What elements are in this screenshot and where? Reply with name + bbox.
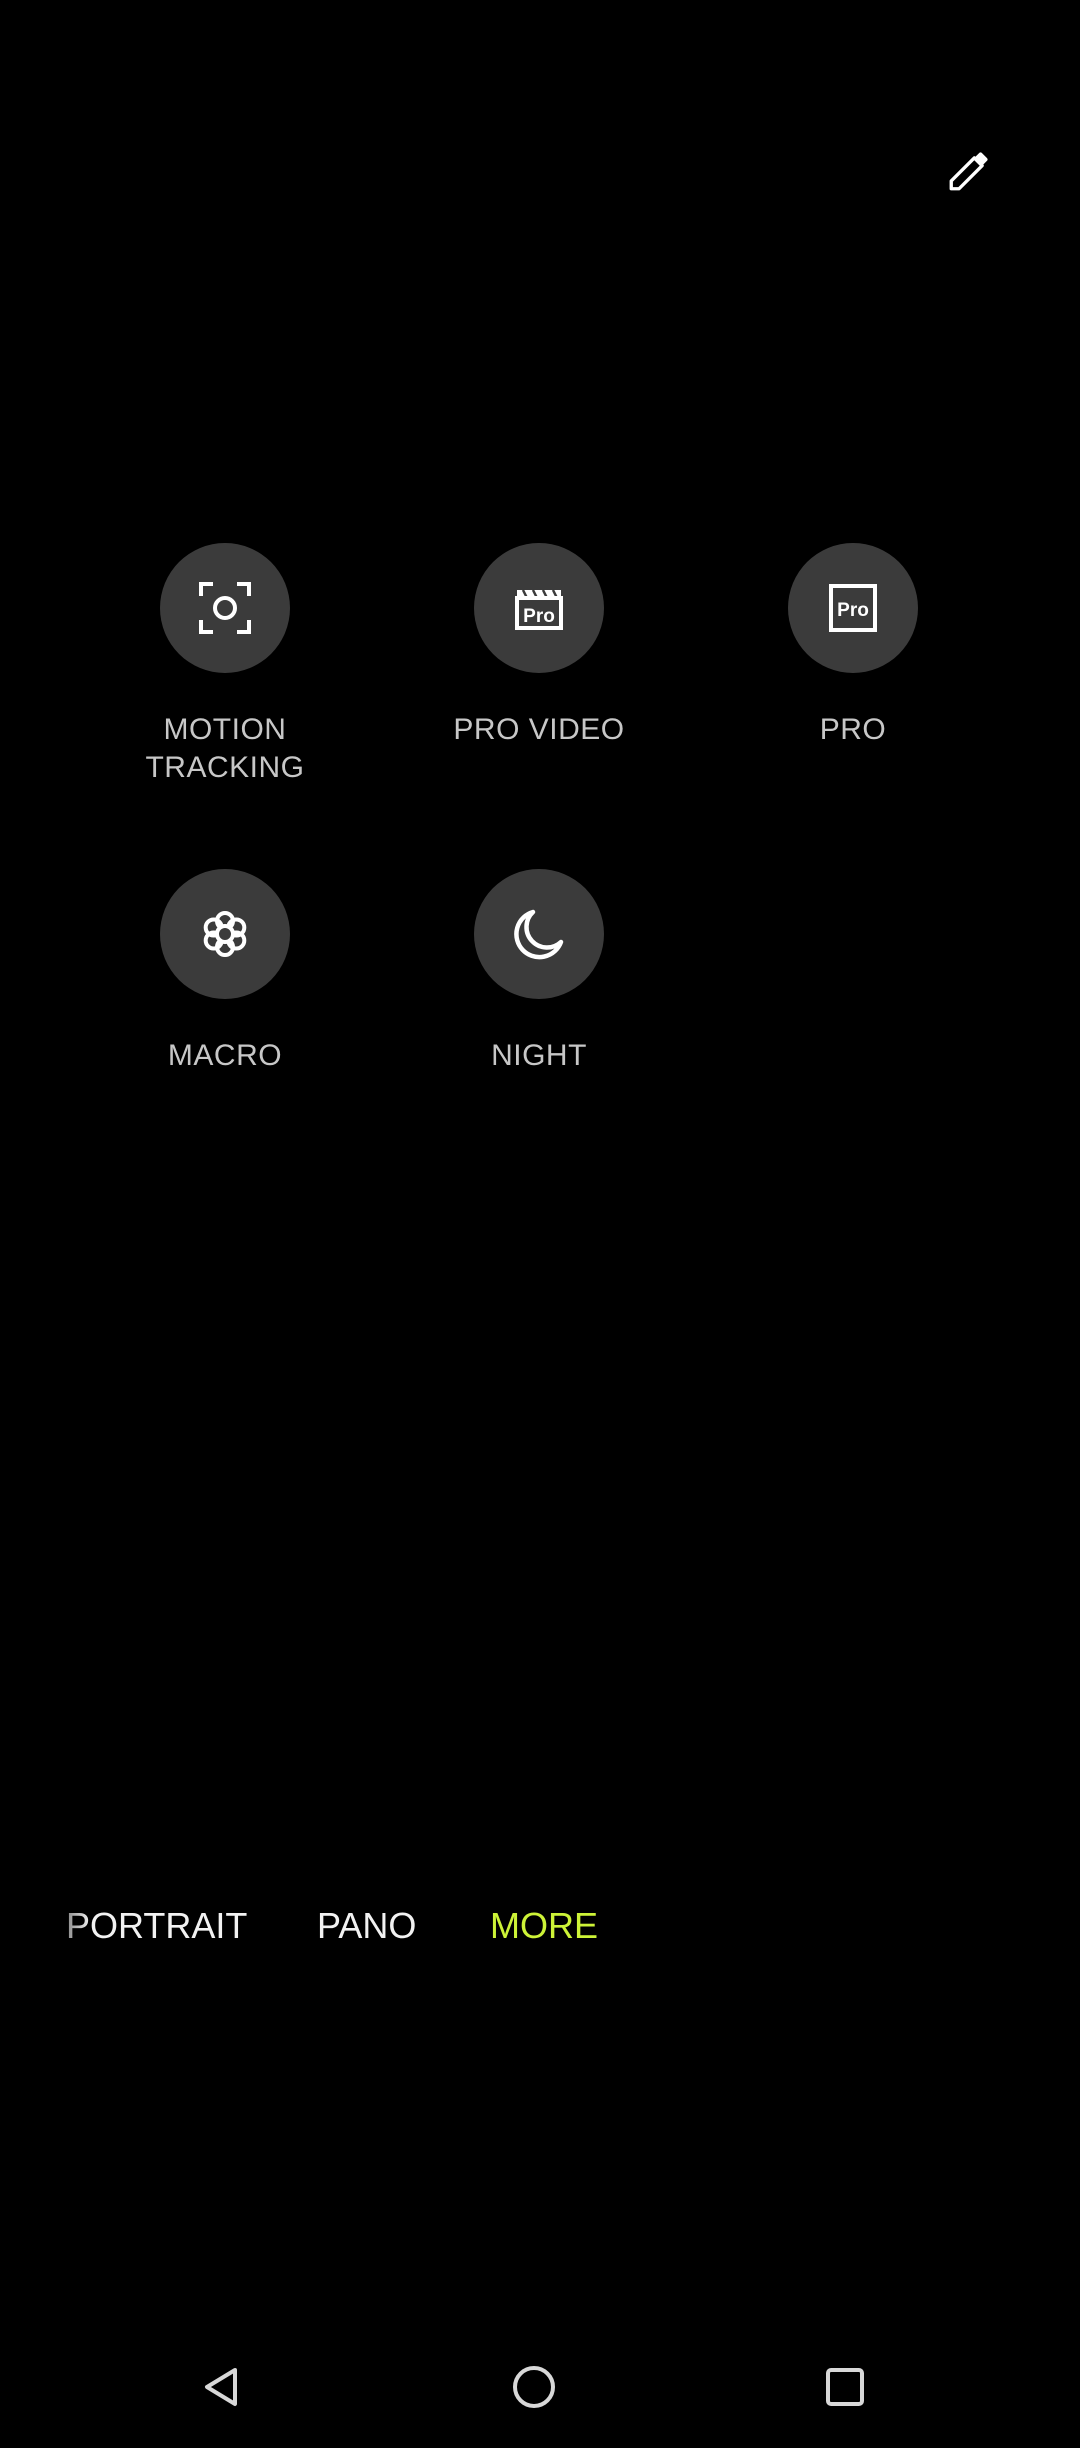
- mode-motion-tracking[interactable]: MOTION TRACKING: [75, 543, 375, 787]
- mode-strip-more[interactable]: MORE: [490, 1900, 598, 1952]
- mode-pro[interactable]: Pro PRO: [703, 543, 1003, 749]
- mode-label: MOTION TRACKING: [145, 713, 305, 784]
- motion-tracking-icon: [199, 582, 251, 634]
- pencil-icon: [949, 152, 988, 191]
- mode-label: MACRO: [167, 1039, 283, 1072]
- mode-label: PRO: [819, 713, 887, 746]
- nav-back-button[interactable]: [187, 2352, 257, 2422]
- svg-text:Pro: Pro: [523, 606, 555, 627]
- mode-label: PRO VIDEO: [453, 713, 625, 746]
- mode-pro-video-button[interactable]: Pro: [474, 543, 604, 673]
- mode-pro-button[interactable]: Pro: [788, 543, 918, 673]
- mode-night-button[interactable]: [474, 869, 604, 999]
- home-circle-icon: [513, 2366, 555, 2408]
- recents-square-icon: [826, 2368, 864, 2406]
- camera-mode-strip[interactable]: PORTRAIT PANO MORE: [0, 1900, 1080, 1952]
- svg-text:Pro: Pro: [837, 600, 869, 621]
- mode-strip-portrait[interactable]: PORTRAIT: [66, 1900, 247, 1952]
- mode-pro-video[interactable]: Pro PRO VIDEO: [389, 543, 689, 749]
- mode-macro[interactable]: MACRO: [75, 869, 375, 1075]
- back-triangle-icon: [205, 2368, 237, 2406]
- flower-icon: [203, 911, 247, 957]
- mode-macro-button[interactable]: [160, 869, 290, 999]
- mode-label: NIGHT: [491, 1039, 587, 1072]
- navigation-bar: [0, 2330, 1080, 2440]
- pro-icon: Pro: [829, 584, 877, 632]
- mode-strip-pano[interactable]: PANO: [317, 1900, 416, 1952]
- mode-motion-tracking-button[interactable]: [160, 543, 290, 673]
- edit-button[interactable]: [935, 135, 1005, 205]
- pro-video-icon: Pro: [515, 589, 563, 630]
- mode-night[interactable]: NIGHT: [389, 869, 689, 1075]
- nav-recents-button[interactable]: [810, 2352, 880, 2422]
- nav-home-button[interactable]: [499, 2352, 569, 2422]
- moon-icon: [514, 909, 564, 960]
